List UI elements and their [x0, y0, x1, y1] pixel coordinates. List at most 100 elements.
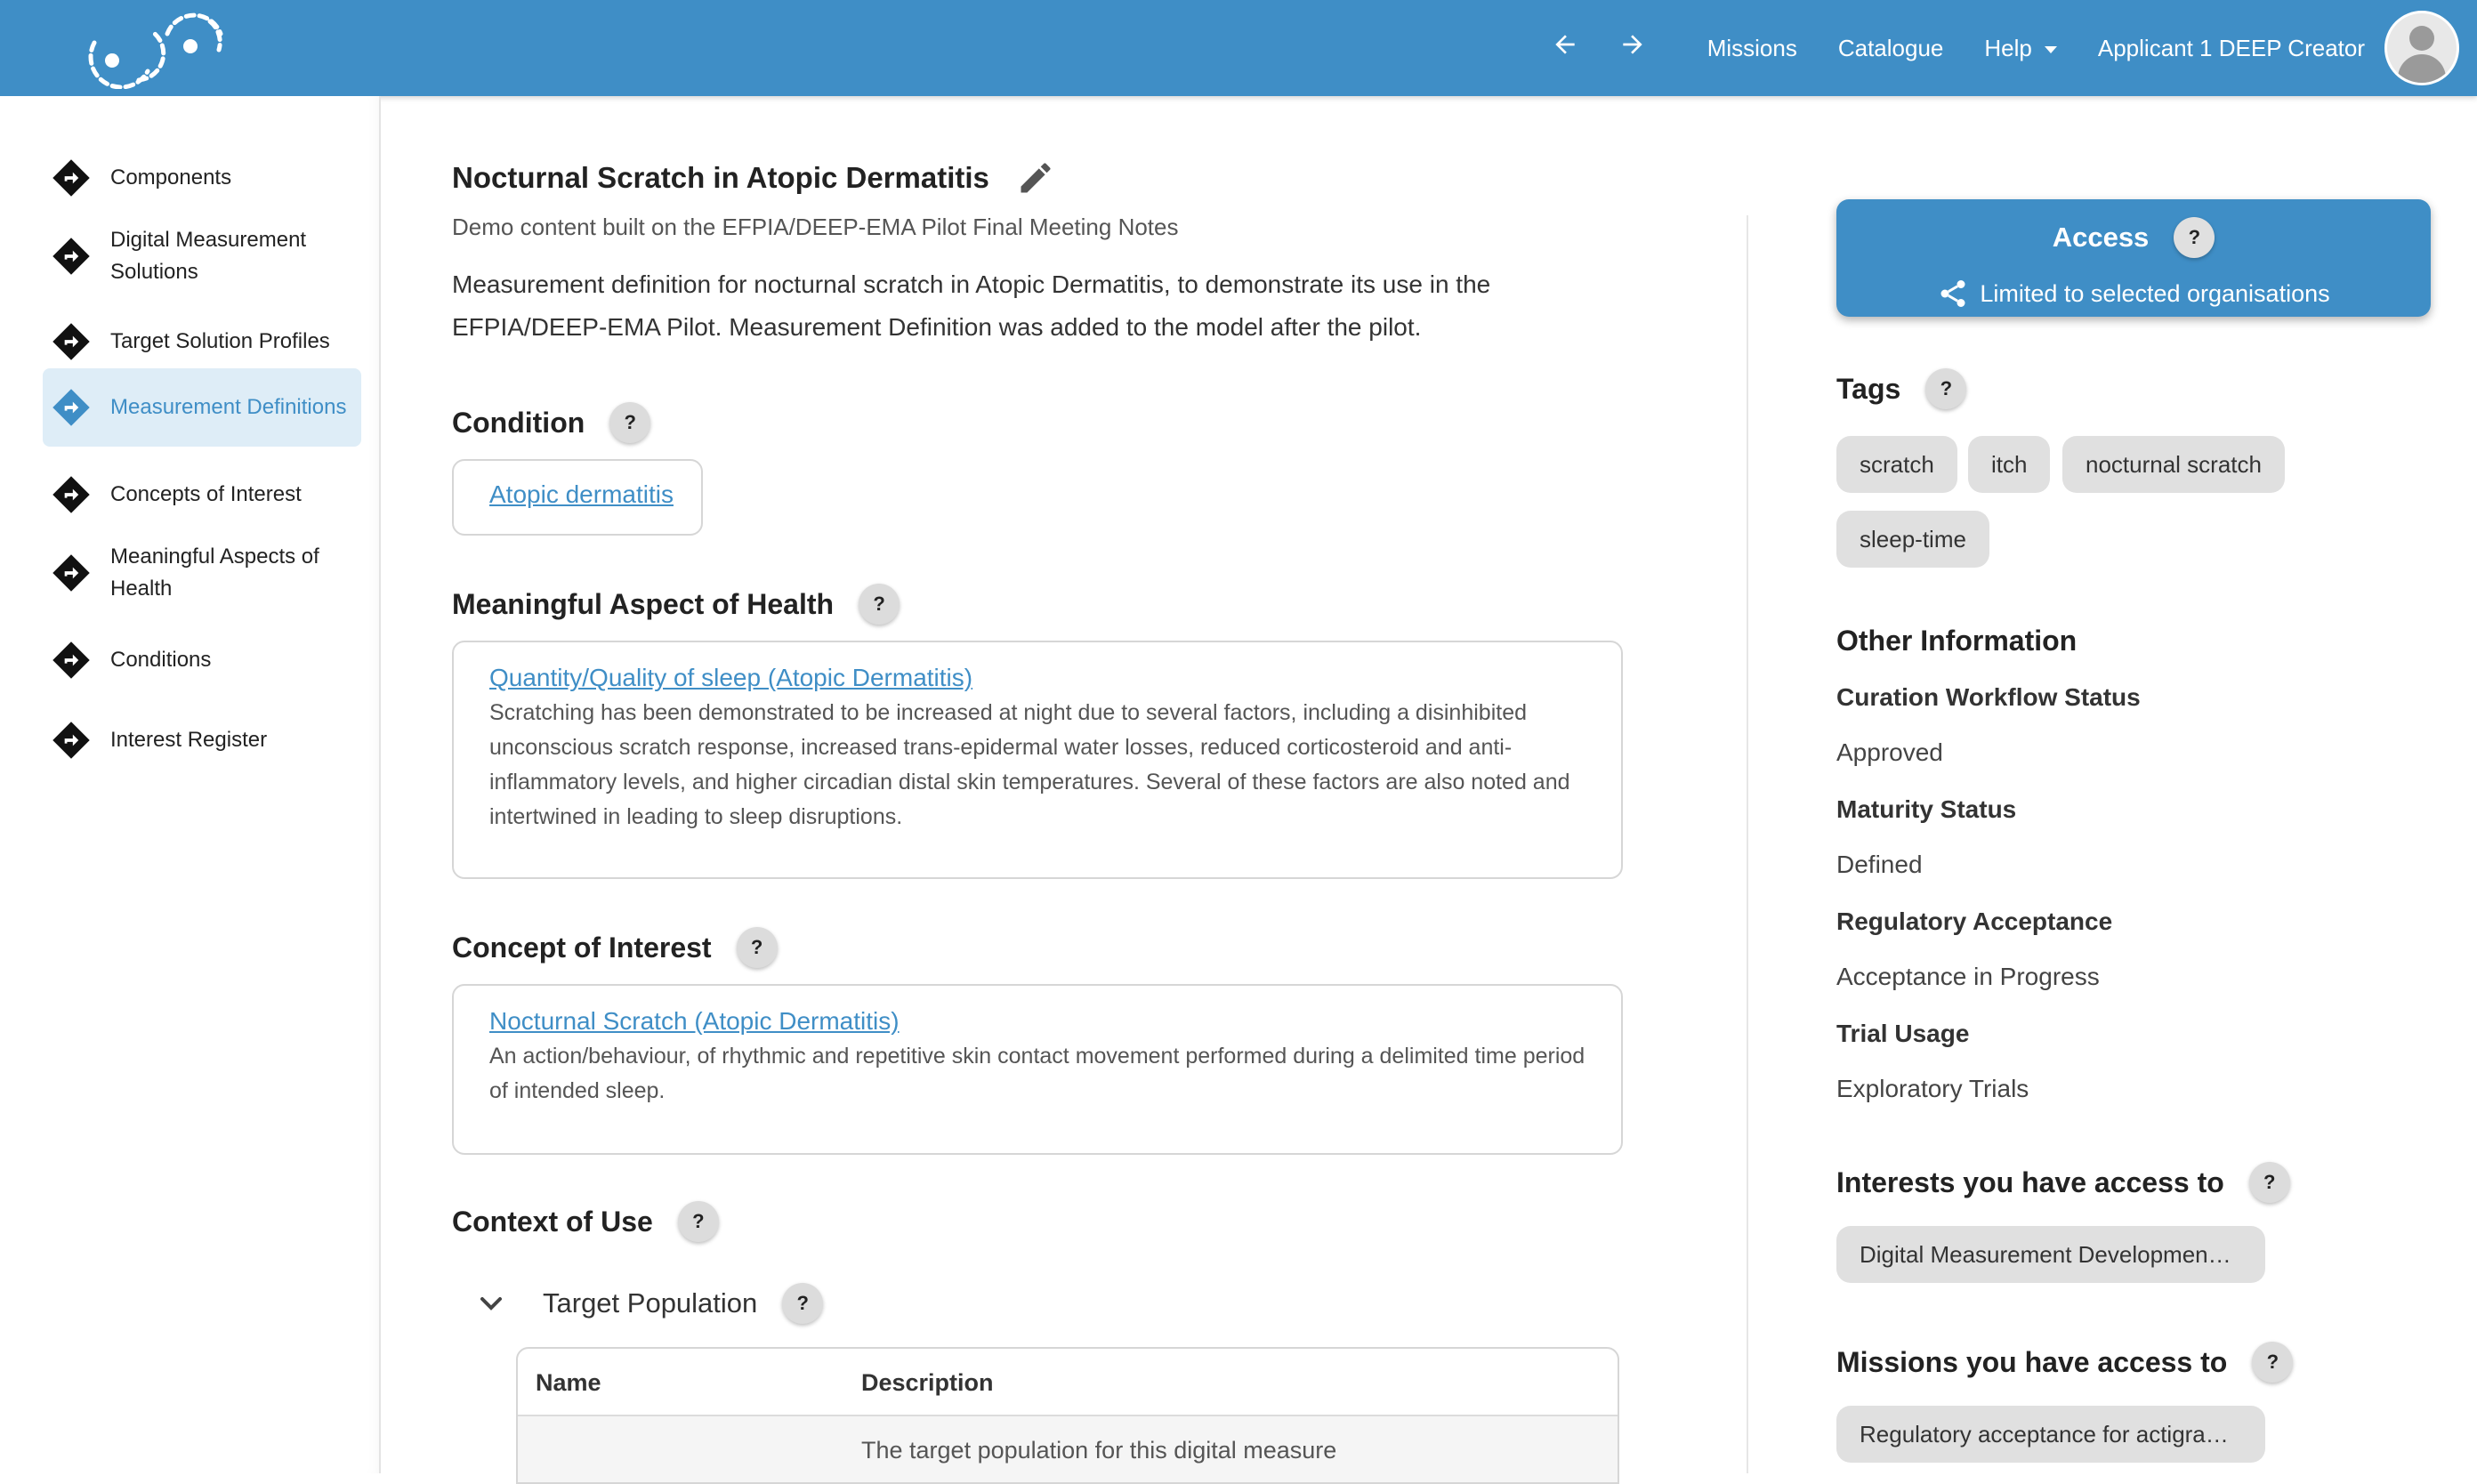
diamond-arrow-icon — [52, 389, 90, 426]
sidebar-item-label: Concepts of Interest — [110, 482, 302, 506]
table-header-name: Name — [536, 1369, 601, 1396]
description: Measurement definition for nocturnal scr… — [452, 270, 1491, 341]
help-icon[interactable]: ? — [859, 584, 900, 625]
condition-heading: Condition ? — [452, 402, 651, 443]
nav-help[interactable]: Help — [1984, 34, 2057, 62]
help-icon[interactable]: ? — [609, 402, 651, 443]
interest-chip[interactable]: Digital Measurement Developmen… — [1836, 1226, 2265, 1283]
diamond-arrow-icon — [52, 641, 90, 679]
tag-chip-itch[interactable]: itch — [1968, 436, 2051, 493]
interests-heading: Interests you have access to ? — [1836, 1162, 2290, 1203]
info-value-trial-usage: Exploratory Trials — [1836, 1075, 2029, 1102]
access-title-row: Access ? — [1836, 217, 2431, 258]
sidebar-item-label: Conditions — [110, 648, 212, 672]
coi-heading-text: Concept of Interest — [452, 931, 712, 964]
nav-help-label: Help — [1984, 34, 2032, 61]
table-cell-description: The target population for this digital m… — [861, 1437, 1337, 1464]
info-value-regulatory: Acceptance in Progress — [1836, 963, 2100, 990]
coi-content: Nocturnal Scratch (Atopic Dermatitis) An… — [489, 1007, 1602, 1109]
sidebar-item-label: Interest Register — [110, 728, 268, 752]
help-icon[interactable]: ? — [677, 1201, 719, 1242]
diamond-arrow-icon — [52, 722, 90, 759]
sidebar-item-label: Target Solution Profiles — [110, 329, 330, 353]
condition-card: Atopic dermatitis — [452, 459, 703, 536]
diamond-arrow-icon — [52, 554, 90, 592]
tag-chip-scratch[interactable]: scratch — [1836, 436, 1957, 493]
help-icon[interactable]: ? — [2252, 1342, 2294, 1383]
sidebar-item-digital-measurement-solutions[interactable]: Digital Measurement Solutions — [43, 217, 361, 295]
pencil-icon[interactable] — [1016, 158, 1055, 198]
info-value-maturity: Defined — [1836, 851, 1923, 878]
condition-heading-text: Condition — [452, 406, 585, 439]
avatar[interactable] — [2384, 11, 2459, 85]
maoh-content: Quantity/Quality of sleep (Atopic Dermat… — [489, 664, 1593, 835]
coi-heading: Concept of Interest ? — [452, 927, 778, 968]
maoh-link[interactable]: Quantity/Quality of sleep (Atopic Dermat… — [489, 664, 972, 691]
access-subtitle-row: Limited to selected organisations — [1836, 278, 2431, 310]
target-population-label: Target Population — [543, 1287, 758, 1319]
sidebar-item-components[interactable]: Components — [43, 146, 361, 210]
tag-chip-sleep-time[interactable]: sleep-time — [1836, 511, 1989, 568]
diamond-arrow-icon — [52, 159, 90, 197]
help-icon[interactable]: ? — [2174, 217, 2215, 258]
condition-link[interactable]: Atopic dermatitis — [489, 480, 674, 509]
sidebar-item-meaningful-aspects-of-health[interactable]: Meaningful Aspects of Health — [43, 534, 361, 612]
diamond-arrow-icon — [52, 323, 90, 360]
maoh-text: Scratching has been demonstrated to be i… — [489, 700, 1570, 829]
access-card[interactable]: Access ? Limited to selected organisatio… — [1836, 199, 2431, 317]
coi-text: An action/behaviour, of rhythmic and rep… — [489, 1044, 1585, 1103]
target-population-row[interactable]: Target Population ? — [473, 1283, 824, 1324]
missions-heading-text: Missions you have access to — [1836, 1345, 2228, 1378]
page-title: Nocturnal Scratch in Atopic Dermatitis — [452, 161, 989, 194]
sidebar-item-label: Measurement Definitions — [110, 395, 347, 419]
caret-down-icon — [2044, 45, 2057, 53]
diamond-arrow-icon — [52, 476, 90, 513]
diamond-arrow-icon — [52, 238, 90, 275]
maoh-heading: Meaningful Aspect of Health ? — [452, 584, 900, 625]
maoh-heading-text: Meaningful Aspect of Health — [452, 587, 835, 620]
coi-card: Nocturnal Scratch (Atopic Dermatitis) An… — [452, 984, 1623, 1155]
other-information-heading: Other Information — [1836, 625, 2077, 657]
nav-missions[interactable]: Missions — [1707, 35, 1797, 62]
top-nav: Missions Catalogue Help Applicant 1 DEEP… — [1531, 0, 2477, 96]
user-name[interactable]: Applicant 1 DEEP Creator — [2098, 35, 2365, 62]
sidebar-item-label: Components — [110, 165, 232, 190]
sidebar-item-concepts-of-interest[interactable]: Concepts of Interest — [43, 463, 361, 527]
table-header-description: Description — [861, 1369, 994, 1396]
app-logo[interactable] — [85, 7, 235, 89]
arrow-left-icon[interactable] — [1531, 29, 1599, 68]
title-row: Nocturnal Scratch in Atopic Dermatitis — [452, 158, 1055, 198]
sidebar-item-measurement-definitions[interactable]: Measurement Definitions — [43, 368, 361, 447]
help-icon[interactable]: ? — [1925, 368, 1967, 409]
sidebar-item-label: Digital Measurement Solutions — [110, 228, 307, 284]
avatar-body — [2398, 54, 2446, 83]
info-label-curation: Curation Workflow Status — [1836, 683, 2141, 711]
mission-chip[interactable]: Regulatory acceptance for actigra… — [1836, 1406, 2265, 1463]
subtitle: Demo content built on the EFPIA/DEEP-EMA… — [452, 214, 1179, 240]
maoh-card: Quantity/Quality of sleep (Atopic Dermat… — [452, 641, 1623, 879]
tag-chip-nocturnal-scratch[interactable]: nocturnal scratch — [2062, 436, 2285, 493]
nav-catalogue[interactable]: Catalogue — [1838, 35, 1944, 62]
cou-heading: Context of Use ? — [452, 1201, 719, 1242]
top-navigation-bar: Missions Catalogue Help Applicant 1 DEEP… — [0, 0, 2477, 96]
cou-heading-text: Context of Use — [452, 1205, 653, 1238]
access-title: Access — [2052, 222, 2150, 253]
column-divider — [1747, 215, 1748, 1473]
sidebar-item-target-solution-profiles[interactable]: Target Solution Profiles — [43, 310, 361, 374]
info-label-regulatory: Regulatory Acceptance — [1836, 907, 2113, 935]
tags-heading-text: Tags — [1836, 372, 1901, 405]
help-icon[interactable]: ? — [782, 1283, 824, 1324]
info-value-curation: Approved — [1836, 738, 1943, 766]
coi-link[interactable]: Nocturnal Scratch (Atopic Dermatitis) — [489, 1007, 900, 1035]
tags-heading: Tags ? — [1836, 368, 1967, 409]
info-label-maturity: Maturity Status — [1836, 795, 2017, 823]
help-icon[interactable]: ? — [736, 927, 778, 968]
sidebar-item-conditions[interactable]: Conditions — [43, 628, 361, 692]
sidebar-item-label: Meaningful Aspects of Health — [110, 544, 319, 601]
sidebar-item-interest-register[interactable]: Interest Register — [43, 708, 361, 772]
arrow-right-icon[interactable] — [1599, 29, 1666, 68]
info-label-trial-usage: Trial Usage — [1836, 1020, 1970, 1047]
target-population-table: Name Description The target population f… — [516, 1347, 1619, 1484]
chevron-down-icon[interactable] — [473, 1286, 509, 1321]
help-icon[interactable]: ? — [2248, 1162, 2290, 1203]
